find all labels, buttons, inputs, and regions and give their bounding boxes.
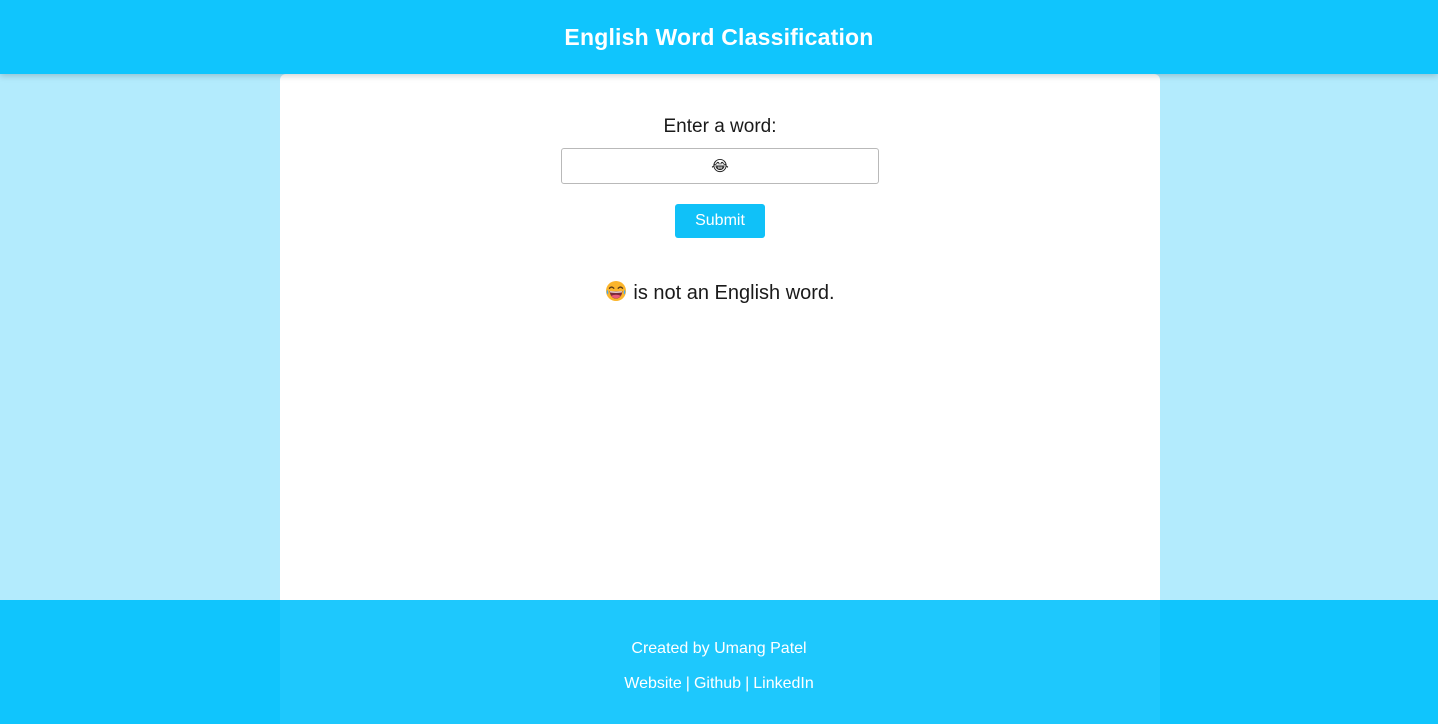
result-text: is not an English word.	[633, 282, 835, 304]
page-title: English Word Classification	[564, 23, 874, 50]
link-separator: |	[745, 675, 750, 692]
app-header: English Word Classification	[0, 0, 1438, 74]
submit-button[interactable]: Submit	[675, 204, 765, 238]
link-separator: |	[685, 675, 690, 692]
footer-links: Website | Github | LinkedIn	[0, 675, 1438, 693]
footer-panel	[280, 600, 1160, 724]
laughing-emoji-icon	[605, 280, 627, 308]
github-link[interactable]: Github	[694, 675, 741, 692]
linkedin-link[interactable]: LinkedIn	[753, 675, 814, 692]
result-message: is not an English word.	[280, 280, 1160, 308]
main-card: Enter a word: Submit is not an English w…	[280, 74, 1160, 634]
footer-credit: Created by Umang Patel	[631, 640, 807, 657]
word-input[interactable]	[561, 148, 879, 184]
app-footer: Created by Umang Patel Website | Github | Li…	[0, 600, 1438, 724]
word-input-label: Enter a word:	[663, 116, 777, 137]
website-link[interactable]: Website	[624, 675, 682, 692]
